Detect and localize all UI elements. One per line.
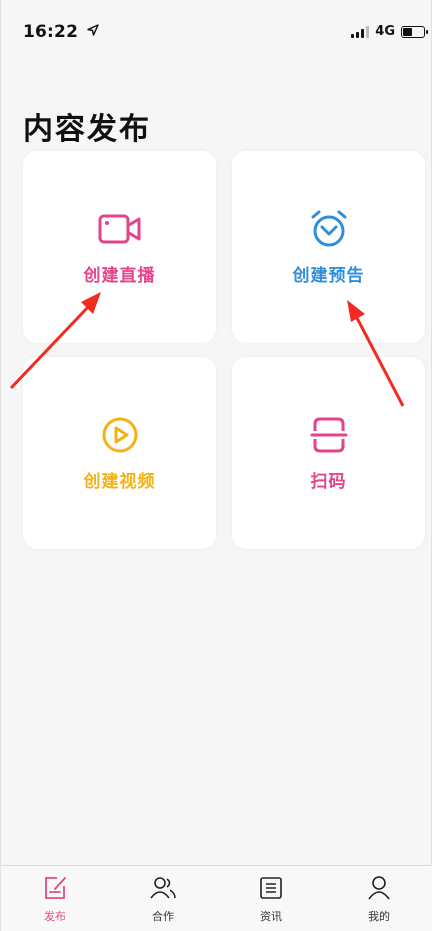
edit-note-icon	[41, 874, 69, 902]
location-arrow-icon	[87, 24, 99, 36]
video-camera-icon	[97, 209, 143, 249]
create-preview-card[interactable]: 创建预告	[232, 151, 425, 343]
tab-publish[interactable]: 发布	[1, 866, 109, 931]
tab-publish-label: 发布	[44, 910, 66, 923]
scan-code-label: 扫码	[310, 472, 347, 492]
profile-icon	[365, 874, 393, 902]
scan-code-card[interactable]: 扫码	[232, 357, 425, 549]
create-live-label: 创建直播	[83, 266, 156, 286]
battery-fill	[403, 27, 412, 36]
news-icon	[257, 874, 285, 902]
tab-mine[interactable]: 我的	[325, 866, 432, 931]
bottom-tab-bar: 发布 合作 资讯 我的	[1, 865, 432, 931]
create-video-label: 创建视频	[83, 472, 156, 492]
tab-news-label: 资讯	[260, 910, 282, 923]
network-type: 4G	[375, 24, 395, 39]
status-bar: 16:22 4G	[1, 0, 432, 60]
scan-icon	[306, 415, 352, 455]
create-preview-label: 创建预告	[292, 266, 365, 286]
status-indicators: 4G	[351, 24, 428, 39]
status-time-text: 16:22	[23, 22, 79, 42]
tab-news[interactable]: 资讯	[217, 866, 325, 931]
users-icon	[149, 874, 177, 902]
play-circle-icon	[97, 415, 143, 455]
create-video-card[interactable]: 创建视频	[23, 357, 216, 549]
signal-icon	[351, 25, 370, 38]
create-live-card[interactable]: 创建直播	[23, 151, 216, 343]
battery-icon	[401, 25, 428, 38]
app-screen: 16:22 4G 内容发布 创建直播 创建预告 创建视频 扫码 发布 合作 资讯…	[0, 0, 432, 931]
status-time: 16:22	[23, 22, 99, 42]
alarm-clock-icon	[306, 209, 352, 249]
page-title: 内容发布	[23, 112, 151, 147]
tab-cooperate-label: 合作	[152, 910, 174, 923]
tab-cooperate[interactable]: 合作	[109, 866, 217, 931]
tab-mine-label: 我的	[368, 910, 390, 923]
